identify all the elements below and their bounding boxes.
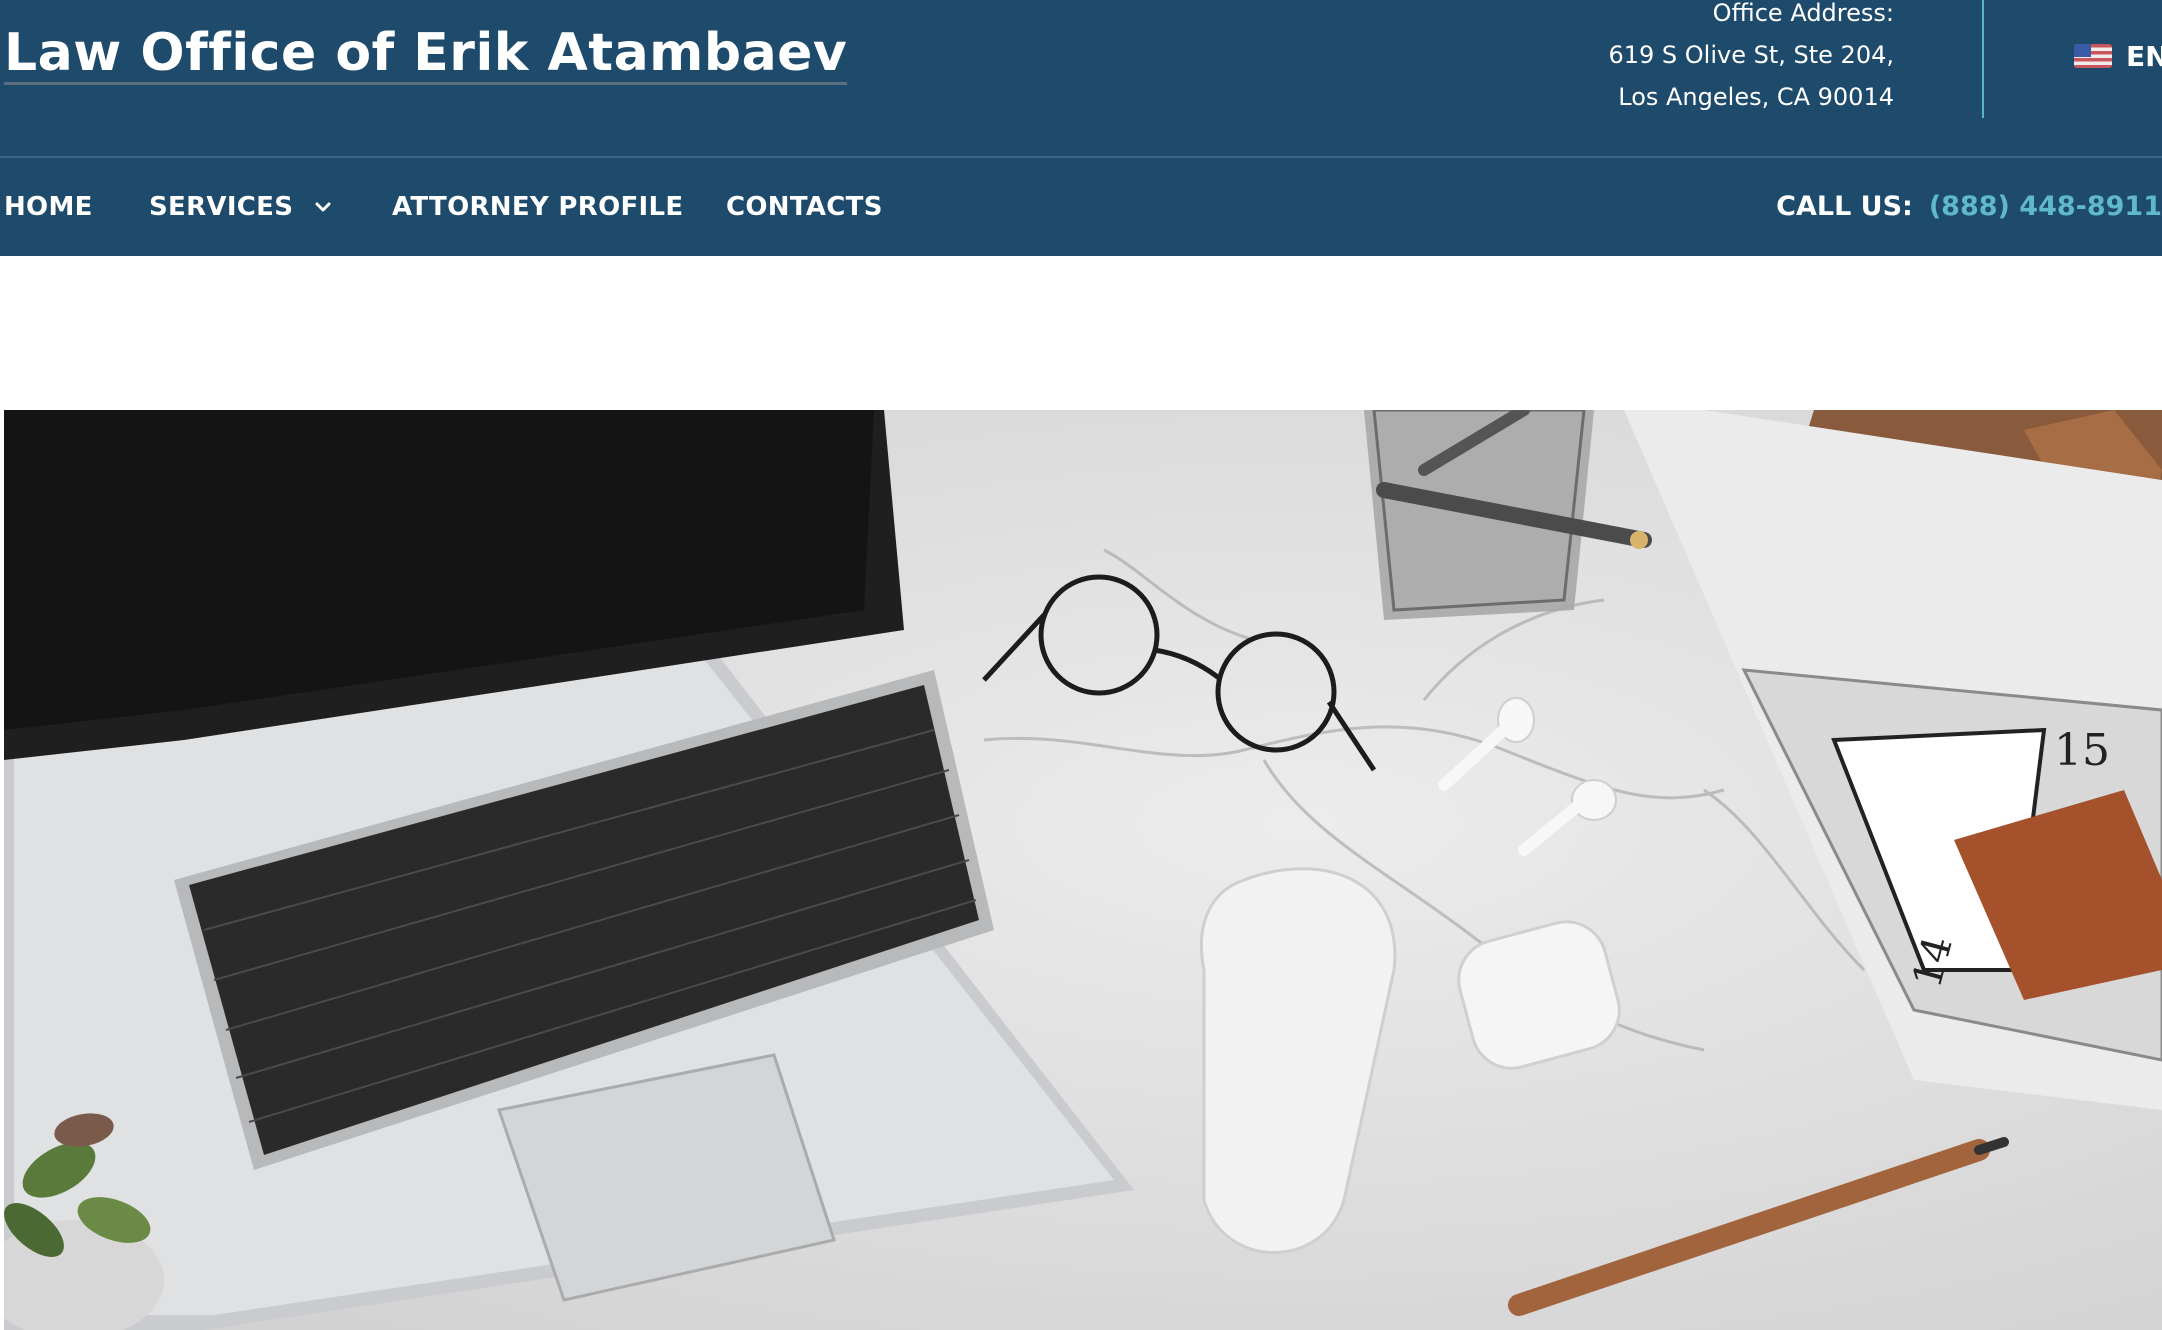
chevron-down-icon[interactable]: [314, 198, 332, 216]
call-us-label: CALL US:: [1776, 191, 1913, 222]
site-title-link[interactable]: Law Office of Erik Atambaev: [4, 24, 848, 85]
eyeglasses: [982, 574, 1377, 772]
call-us: CALL US: (888) 448-8911: [1776, 158, 2162, 256]
airpods: [1438, 697, 1617, 856]
office-address-line1: 619 S Olive St, Ste 204,: [1608, 41, 1894, 69]
nav-item-home[interactable]: HOME: [4, 158, 93, 256]
office-address-label: Office Address:: [1712, 0, 1894, 27]
nav-item-contacts[interactable]: CONTACTS: [726, 158, 883, 256]
page: Law Office of Erik Atambaev Office Addre…: [0, 0, 2162, 1330]
nav-item-attorney-profile[interactable]: ATTORNEY PROFILE: [392, 158, 683, 256]
pencil-holder: [1364, 410, 1652, 620]
wooden-pencil: [1508, 1137, 2009, 1316]
main-nav: HOME SERVICES ATTORNEY PROFILE CONTACTS …: [0, 156, 2162, 256]
office-address: Office Address: 619 S Olive St, Ste 204,…: [1474, 0, 1894, 118]
language-switcher[interactable]: EN: [2074, 38, 2162, 74]
phone-link[interactable]: (888) 448-8911: [1929, 191, 2162, 222]
site-header: Law Office of Erik Atambaev Office Addre…: [0, 0, 2162, 156]
office-address-line2: Los Angeles, CA 90014: [1618, 83, 1894, 111]
laptop: [4, 410, 1134, 1330]
hero-image: 15 14: [4, 410, 2162, 1330]
workspace-desk-illustration: 15 14: [4, 410, 2162, 1330]
mouse: [1199, 867, 1397, 1254]
svg-text:15: 15: [2054, 725, 2110, 776]
us-flag-icon: [2074, 44, 2112, 68]
newspaper: 15 14: [1624, 410, 2162, 1110]
header-divider: [1982, 0, 1984, 118]
language-code: EN: [2126, 39, 2162, 73]
nav-item-services[interactable]: SERVICES: [149, 158, 293, 256]
